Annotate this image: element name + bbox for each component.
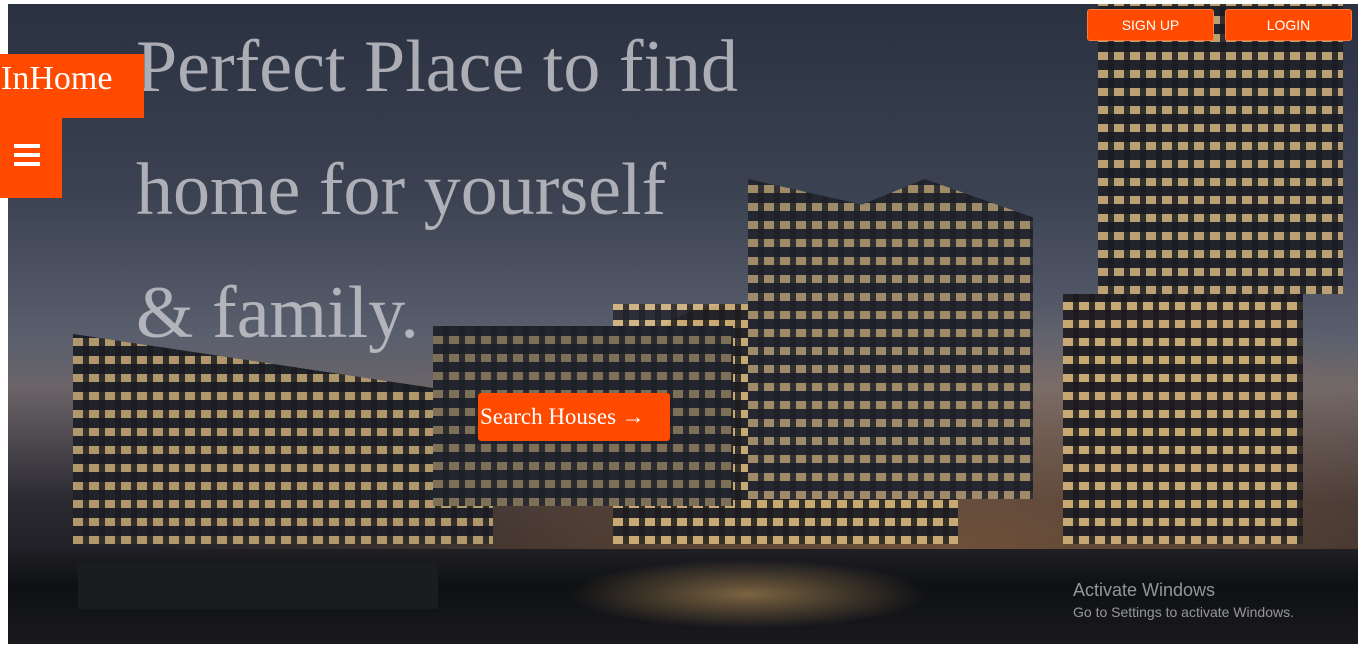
dock: [78, 564, 438, 609]
login-button[interactable]: LOGIN: [1225, 9, 1352, 41]
hero-headline: Perfect Place to find home for yourself …: [136, 6, 836, 375]
headline-line-1: Perfect Place to find: [136, 26, 739, 108]
search-houses-button[interactable]: Search Houses →: [478, 393, 670, 441]
menu-button[interactable]: [0, 118, 62, 198]
watermark-subtitle: Go to Settings to activate Windows.: [1073, 604, 1294, 620]
watermark-title: Activate Windows: [1073, 580, 1216, 600]
windows-activation-watermark: Activate Windows Go to Settings to activ…: [1073, 579, 1294, 623]
building-tower-right: [1098, 4, 1343, 294]
headline-line-2: home for yourself: [136, 149, 667, 231]
sign-up-button[interactable]: SIGN UP: [1087, 9, 1214, 41]
building-right-base: [1063, 294, 1303, 544]
brand-logo[interactable]: InHome: [0, 54, 144, 118]
headline-line-3: & family.: [136, 272, 419, 354]
hamburger-menu-icon: [14, 144, 40, 166]
